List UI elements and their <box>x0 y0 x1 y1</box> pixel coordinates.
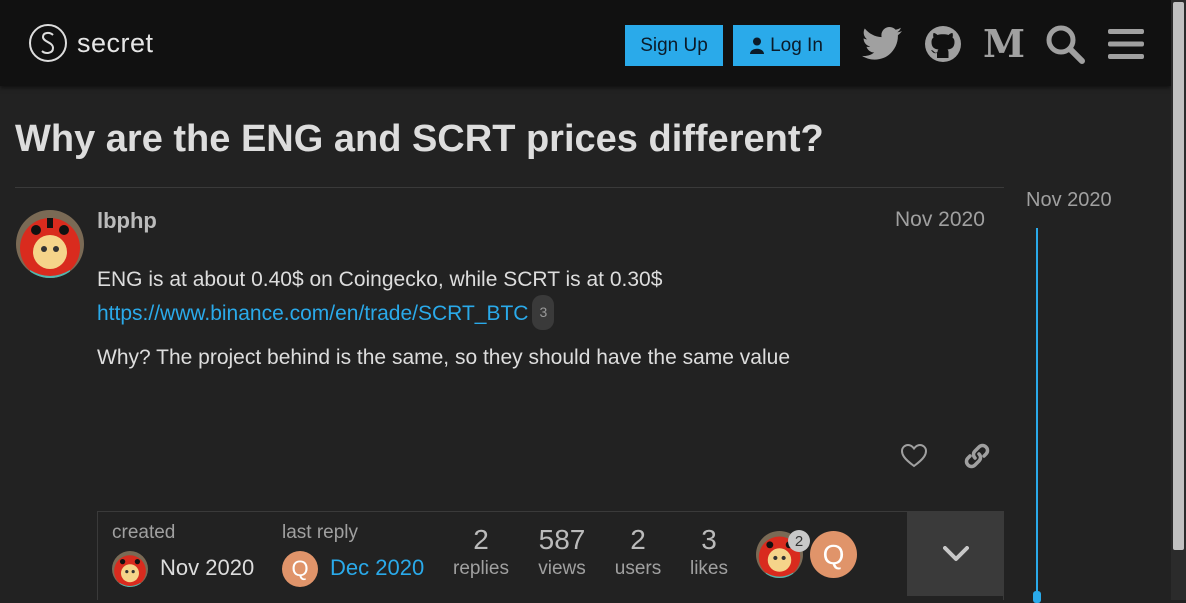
link-click-count: 3 <box>532 295 555 330</box>
last-reply-avatar[interactable]: Q <box>282 551 318 587</box>
users-count: 2 <box>630 524 646 555</box>
last-reply-label: last reply <box>282 522 359 543</box>
post-link-row: https://www.binance.com/en/trade/SCRT_BT… <box>97 295 662 330</box>
replies-count: 2 <box>473 524 489 555</box>
timeline-date[interactable]: Nov 2020 <box>1026 189 1112 212</box>
post-body-paragraph-1: ENG is at about 0.40$ on Coingecko, whil… <box>97 264 662 330</box>
sign-up-button[interactable]: Sign Up <box>625 25 723 66</box>
log-in-button[interactable]: Log In <box>733 25 840 66</box>
site-logo[interactable]: secret <box>29 24 154 62</box>
timeline-track <box>1036 228 1038 600</box>
github-icon[interactable] <box>921 22 965 66</box>
post-date[interactable]: Nov 2020 <box>895 208 985 232</box>
title-divider <box>15 187 1004 188</box>
participant-avatar-q[interactable]: Q <box>810 531 857 578</box>
svg-text:M: M <box>984 28 1024 60</box>
topic-title[interactable]: Why are the ENG and SCRT prices differen… <box>15 118 824 161</box>
expand-topic-map-button[interactable] <box>907 511 1004 596</box>
timeline-handle[interactable] <box>1033 591 1041 603</box>
likes-label: likes <box>689 558 728 579</box>
post-username[interactable]: lbphp <box>97 208 157 234</box>
scrollbar-thumb[interactable] <box>1173 2 1184 550</box>
post-body-paragraph-2: Why? The project behind is the same, so … <box>97 346 791 369</box>
logo-text: secret <box>77 27 154 58</box>
likes-count: 3 <box>701 524 717 555</box>
created-label: created <box>112 522 176 543</box>
participant-post-count-badge: 2 <box>788 530 810 552</box>
twitter-icon[interactable] <box>860 22 904 66</box>
replies-label: replies <box>453 558 509 579</box>
hamburger-menu-icon[interactable] <box>1104 22 1148 66</box>
binance-link[interactable]: https://www.binance.com/en/trade/SCRT_BT… <box>97 302 528 325</box>
site-header: secret Sign Up Log In M <box>0 0 1171 86</box>
post-author-avatar[interactable] <box>16 210 84 278</box>
creator-avatar[interactable] <box>112 551 148 587</box>
created-date[interactable]: Nov 2020 <box>160 555 254 581</box>
users-label: users <box>614 558 662 579</box>
medium-icon[interactable]: M <box>982 22 1026 66</box>
share-link-icon[interactable] <box>959 438 995 474</box>
search-icon[interactable] <box>1043 22 1087 66</box>
log-in-label: Log In <box>770 34 823 56</box>
like-heart-icon[interactable] <box>896 438 932 474</box>
chevron-down-icon <box>942 545 969 561</box>
topic-map: created Nov 2020 last reply Q Dec 2020 2… <box>97 511 1004 600</box>
post-line-1: ENG is at about 0.40$ on Coingecko, whil… <box>97 268 663 291</box>
views-label: views <box>538 558 586 579</box>
user-icon <box>750 37 765 54</box>
secret-logo-icon <box>29 24 67 62</box>
views-count: 587 <box>538 524 586 555</box>
last-reply-date[interactable]: Dec 2020 <box>330 555 424 581</box>
